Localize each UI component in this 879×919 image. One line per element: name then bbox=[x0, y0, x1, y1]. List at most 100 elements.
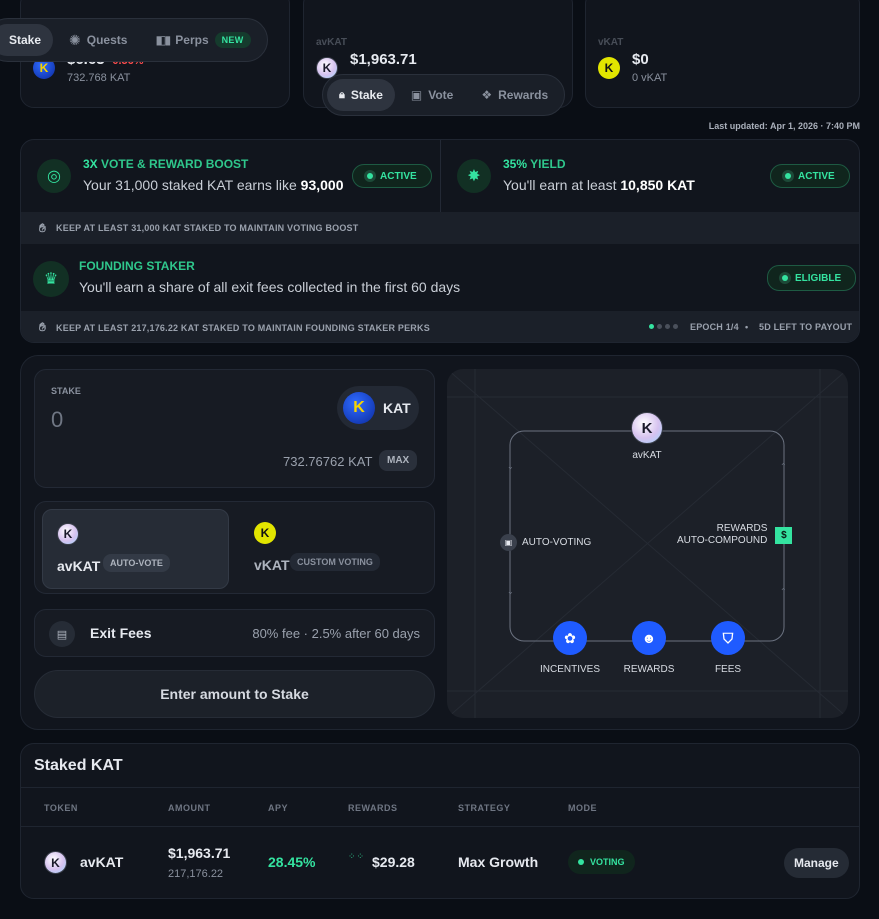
tab-vote[interactable]: ▣ Vote bbox=[399, 79, 465, 111]
vkat-card-label: vKAT bbox=[598, 37, 624, 48]
flow-node-label: INCENTIVES bbox=[539, 664, 600, 675]
epoch-label: EPOCH 1/4 bbox=[690, 322, 739, 332]
col-mode: MODE bbox=[568, 803, 597, 813]
sub-nav: 🔒︎ Stake ▣ Vote ❖ Rewards bbox=[322, 74, 566, 116]
yield-desc: You'll earn at least bbox=[503, 177, 621, 193]
nav-perps[interactable]: ▮▯▮ Perps NEW bbox=[143, 24, 262, 56]
boost-desc: Your 31,000 staked KAT earns like bbox=[83, 177, 301, 193]
flow-node-label: FEES bbox=[714, 664, 742, 675]
panel-divider bbox=[440, 140, 441, 212]
vkat-token-icon: K bbox=[598, 57, 620, 79]
svg-text:⌃: ⌃ bbox=[780, 462, 787, 471]
table-row: K avKAT $1,963.71 217,176.22 28.45% ⁘⁘ $… bbox=[21, 827, 861, 899]
avkat-token-icon: K bbox=[44, 851, 67, 874]
yield-title: YIELD bbox=[527, 157, 566, 171]
stake-submit-button[interactable]: Enter amount to Stake bbox=[34, 670, 435, 718]
kat-token-icon: K bbox=[343, 392, 375, 424]
exit-fees-row: ▤ Exit Fees 80% fee · 2.5% after 60 days bbox=[34, 609, 435, 657]
boost-multiplier: 3X bbox=[83, 157, 98, 171]
hand-icon: ✋︎ bbox=[39, 220, 47, 235]
tab-stake[interactable]: 🔒︎ Stake bbox=[327, 79, 395, 111]
table-divider bbox=[21, 787, 859, 788]
flow-left: ▣ AUTO-VOTING bbox=[500, 534, 591, 551]
stake-label: STAKE bbox=[51, 386, 81, 396]
row-apy: 28.45% bbox=[268, 854, 316, 870]
bars-icon: ▮▯▮ bbox=[155, 33, 171, 47]
stake-section: STAKE 0 K KAT 732.76762 KAT MAX K avKAT … bbox=[20, 355, 860, 730]
stake-amount-input[interactable]: 0 bbox=[51, 407, 63, 433]
vkat-balance-card: vKAT K $0 0 vKAT bbox=[585, 0, 860, 108]
exit-fees-label: Exit Fees bbox=[90, 625, 152, 641]
col-token: TOKEN bbox=[44, 803, 78, 813]
nav-stake[interactable]: Stake bbox=[0, 24, 54, 56]
dots-icon: ⁘⁘ bbox=[348, 851, 366, 861]
perks-panel: ◎ 3X VOTE & REWARD BOOST Your 31,000 sta… bbox=[20, 139, 860, 343]
target-icon: ◎ bbox=[37, 159, 71, 193]
col-apy: APY bbox=[268, 803, 289, 813]
available-balance: 732.76762 KAT bbox=[283, 454, 373, 469]
token-selector[interactable]: K KAT bbox=[337, 386, 419, 430]
strategy-selector: K avKAT AUTO-VOTE K vKAT CUSTOM VOTING bbox=[34, 501, 435, 594]
tab-rewards[interactable]: ❖ Rewards bbox=[469, 79, 560, 111]
yield-desc-value: 10,850 KAT bbox=[620, 177, 695, 193]
vkat-value: $0 bbox=[632, 51, 649, 68]
col-amount: AMOUNT bbox=[168, 803, 211, 813]
sparkle-icon: ✸ bbox=[457, 159, 491, 193]
custom-voting-tag: CUSTOM VOTING bbox=[290, 553, 380, 571]
flow-diagram: ⌄ ⌄ ⌃ ⌃ K avKAT ▣ AUTO-VOTING REWARDS AU… bbox=[447, 369, 848, 718]
option-avkat[interactable]: K avKAT AUTO-VOTE bbox=[42, 509, 229, 589]
row-token: avKAT bbox=[80, 854, 124, 870]
new-badge: NEW bbox=[214, 32, 251, 48]
fees-node-icon: ⛉ bbox=[711, 621, 745, 655]
wallet-icon: ▤ bbox=[49, 621, 75, 647]
yield-status-badge: ACTIVE bbox=[770, 164, 850, 188]
max-button[interactable]: MAX bbox=[379, 450, 418, 471]
gear-icon: ✺ bbox=[69, 31, 81, 48]
auto-vote-tag: AUTO-VOTE bbox=[103, 554, 170, 572]
founding-strip: ✋︎ KEEP AT LEAST 217,176.22 KAT STAKED T… bbox=[21, 311, 859, 342]
boost-desc-value: 93,000 bbox=[300, 177, 344, 193]
col-strategy: STRATEGY bbox=[458, 803, 511, 813]
manage-button[interactable]: Manage bbox=[784, 848, 849, 878]
vkat-balance: 0 vKAT bbox=[632, 72, 668, 84]
row-rewards: $29.28 bbox=[372, 854, 415, 870]
flow-right-label-2: AUTO-COMPOUND bbox=[677, 535, 768, 546]
boost-title: VOTE & REWARD BOOST bbox=[97, 157, 249, 171]
gift-icon: ❖ bbox=[481, 88, 493, 102]
vote-icon: ▣ bbox=[500, 534, 517, 551]
flow-node-label: REWARDS bbox=[623, 664, 675, 675]
main-nav: Stake ✺ Quests ▮▯▮ Perps NEW bbox=[0, 18, 268, 62]
col-rewards: REWARDS bbox=[348, 803, 398, 813]
last-updated: Last updated: Apr 1, 2026 · 7:40 PM bbox=[708, 121, 860, 131]
founding-status-badge: ELIGIBLE bbox=[767, 265, 857, 291]
avkat-value: $1,963.71 bbox=[350, 51, 417, 68]
ticket-icon: ▣ bbox=[410, 88, 423, 102]
stake-input-box: STAKE 0 K KAT 732.76762 KAT MAX bbox=[34, 369, 435, 488]
kat-balance: 732.768 KAT bbox=[67, 72, 131, 84]
vkat-token-icon: K bbox=[254, 522, 276, 544]
staked-title: Staked KAT bbox=[34, 757, 123, 774]
flow-right-label-1: REWARDS bbox=[716, 523, 768, 534]
crown-icon: ♛ bbox=[33, 261, 69, 297]
flow-top-label: avKAT bbox=[632, 450, 662, 461]
staked-table: Staked KAT TOKEN AMOUNT APY REWARDS STRA… bbox=[20, 743, 860, 899]
svg-text:⌃: ⌃ bbox=[780, 587, 787, 596]
boost-strip: ✋︎ KEEP AT LEAST 31,000 KAT STAKED TO MA… bbox=[21, 212, 859, 244]
avkat-card-label: avKAT bbox=[316, 37, 347, 48]
flow-right: REWARDS AUTO-COMPOUND $ bbox=[677, 523, 793, 547]
exit-fees-value: 80% fee · 2.5% after 60 days bbox=[252, 626, 420, 641]
svg-text:⌄: ⌄ bbox=[507, 587, 514, 596]
epoch-dots bbox=[649, 324, 678, 329]
boost-status-badge: ACTIVE bbox=[352, 164, 432, 188]
lock-icon: 🔒︎ bbox=[339, 88, 345, 101]
payout-label: 5D LEFT TO PAYOUT bbox=[759, 322, 853, 332]
avkat-token-icon: K bbox=[57, 523, 79, 545]
rewards-node-icon: ☻ bbox=[632, 621, 666, 655]
nav-quests[interactable]: ✺ Quests bbox=[57, 24, 139, 56]
founding-desc: You'll earn a share of all exit fees col… bbox=[79, 279, 461, 295]
yield-percent: 35% bbox=[503, 157, 528, 171]
avkat-flow-icon: K bbox=[631, 412, 663, 444]
hand-icon: ✋︎ bbox=[39, 320, 47, 334]
option-vkat[interactable]: K vKAT CUSTOM VOTING bbox=[242, 509, 429, 589]
svg-text:⌄: ⌄ bbox=[507, 462, 514, 471]
